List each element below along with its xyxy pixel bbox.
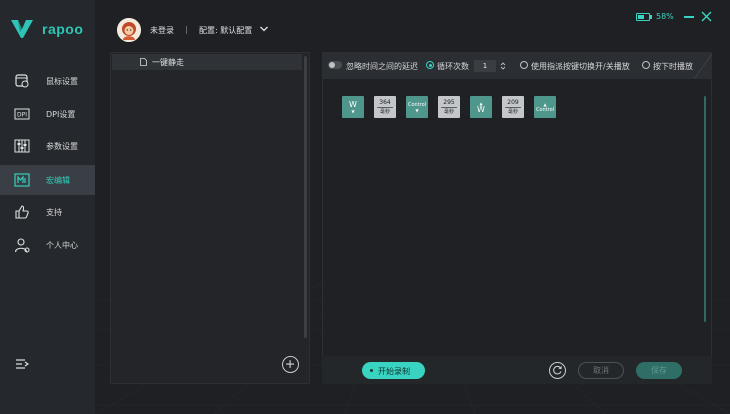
login-status[interactable]: 未登录 — [150, 25, 174, 36]
key-down-arrow-icon: ▼ — [351, 108, 355, 114]
delay-step-tile[interactable]: 295 毫秒 — [438, 96, 460, 118]
file-icon — [140, 58, 147, 66]
sidebar: rapoo 鼠标设置 DPI DPI设置 参数设置 宏编辑 支持 个人中心 — [0, 0, 95, 414]
delay-divider — [505, 107, 521, 108]
refresh-icon[interactable] — [549, 362, 566, 379]
macro-list-panel: 一键静走 — [110, 52, 310, 384]
dpi-icon: DPI — [14, 108, 30, 120]
battery-level-fill — [638, 15, 644, 19]
app-window: rapoo 鼠标设置 DPI DPI设置 参数设置 宏编辑 支持 个人中心 未登… — [0, 0, 730, 414]
loop-count-label: 循环次数 — [437, 62, 469, 71]
avatar[interactable] — [117, 18, 141, 42]
ignore-delay-toggle[interactable] — [328, 61, 342, 69]
delay-value: 364 — [379, 99, 391, 106]
chevron-down-icon[interactable] — [259, 24, 269, 34]
sidebar-item-dpi[interactable]: DPI DPI设置 — [0, 99, 95, 129]
start-recording-button[interactable]: 开始录制 — [362, 362, 425, 379]
key-down-arrow-icon: ▼ — [415, 107, 419, 113]
delay-unit: 毫秒 — [379, 109, 390, 115]
sidebar-item-macro[interactable]: 宏编辑 — [0, 165, 95, 195]
macro-list-scrollbar[interactable] — [304, 56, 307, 338]
rapoo-logo-icon — [11, 20, 33, 38]
delay-step-tile[interactable]: 364 毫秒 — [374, 96, 396, 118]
key-step-tile[interactable]: ▲ Control — [534, 96, 556, 118]
toolbar-corner-decoration — [693, 53, 712, 79]
key-step-tile[interactable]: ▲ W — [470, 96, 492, 118]
key-step-label: Control — [535, 106, 555, 113]
brand-logo: rapoo — [10, 18, 83, 40]
user-icon — [14, 238, 30, 253]
loop-count-radio[interactable] — [426, 61, 434, 69]
loop-count-input[interactable]: 1 — [474, 60, 496, 72]
parameters-icon — [14, 139, 30, 153]
key-step-label: W — [349, 99, 357, 109]
sidebar-item-user-center[interactable]: 个人中心 — [0, 230, 95, 260]
sidebar-item-label: 支持 — [46, 207, 62, 217]
toggle-mode-radio[interactable] — [520, 61, 528, 69]
cancel-button[interactable]: 取消 — [578, 362, 624, 379]
toggle-knob — [329, 62, 335, 68]
plus-circle-icon[interactable] — [282, 356, 299, 373]
battery-cap — [650, 15, 652, 19]
mouse-settings-icon — [15, 74, 29, 88]
minimize-button[interactable] — [684, 16, 694, 18]
collapse-menu-icon[interactable] — [15, 358, 29, 372]
delay-unit: 毫秒 — [443, 109, 454, 115]
sidebar-item-mouse-settings[interactable]: 鼠标设置 — [0, 66, 95, 96]
start-recording-label: 开始录制 — [378, 367, 410, 376]
battery-icon — [636, 13, 650, 21]
delay-value: 209 — [507, 99, 519, 106]
close-icon[interactable] — [701, 11, 712, 22]
svg-text:DPI: DPI — [17, 112, 27, 119]
macro-icon — [14, 173, 30, 187]
key-step-label: W — [477, 104, 485, 114]
hold-mode-radio[interactable] — [642, 61, 650, 69]
battery-percentage: 58% — [656, 12, 674, 21]
delay-step-tile[interactable]: 209 毫秒 — [502, 96, 524, 118]
sidebar-item-label: 鼠标设置 — [46, 76, 78, 86]
key-step-tile[interactable]: W ▼ — [342, 96, 364, 118]
sidebar-item-label: 参数设置 — [46, 141, 78, 151]
sidebar-item-label: 个人中心 — [46, 240, 78, 250]
thumbs-up-icon — [15, 205, 29, 219]
hold-mode-label: 按下时播放 — [653, 62, 693, 71]
sidebar-item-parameters[interactable]: 参数设置 — [0, 131, 95, 161]
editor-scrollbar[interactable] — [704, 96, 706, 322]
ignore-delay-label: 忽略时间之间的延迟 — [346, 62, 418, 71]
toggle-mode-label: 使用指派按键切换开/关播放 — [531, 62, 630, 71]
delay-divider — [441, 107, 457, 108]
delay-divider — [377, 107, 393, 108]
avatar-character-icon — [117, 18, 141, 42]
sidebar-item-support[interactable]: 支持 — [0, 197, 95, 227]
delay-value: 295 — [443, 99, 455, 106]
sidebar-item-label: DPI设置 — [46, 109, 76, 119]
macro-name: 一键静走 — [152, 57, 184, 67]
key-step-tile[interactable]: Control ▼ — [406, 96, 428, 118]
brand-logo-text: rapoo — [42, 21, 84, 37]
config-selector-label[interactable]: 配置: 默认配置 — [199, 25, 252, 36]
sidebar-item-label: 宏编辑 — [46, 175, 70, 185]
loop-count-stepper-icon[interactable] — [499, 60, 507, 72]
delay-unit: 毫秒 — [507, 109, 518, 115]
header-separator: | — [185, 25, 188, 34]
record-dot-icon — [370, 369, 373, 372]
save-button[interactable]: 保存 — [636, 362, 682, 379]
macro-list-item[interactable]: 一键静走 — [112, 54, 302, 70]
